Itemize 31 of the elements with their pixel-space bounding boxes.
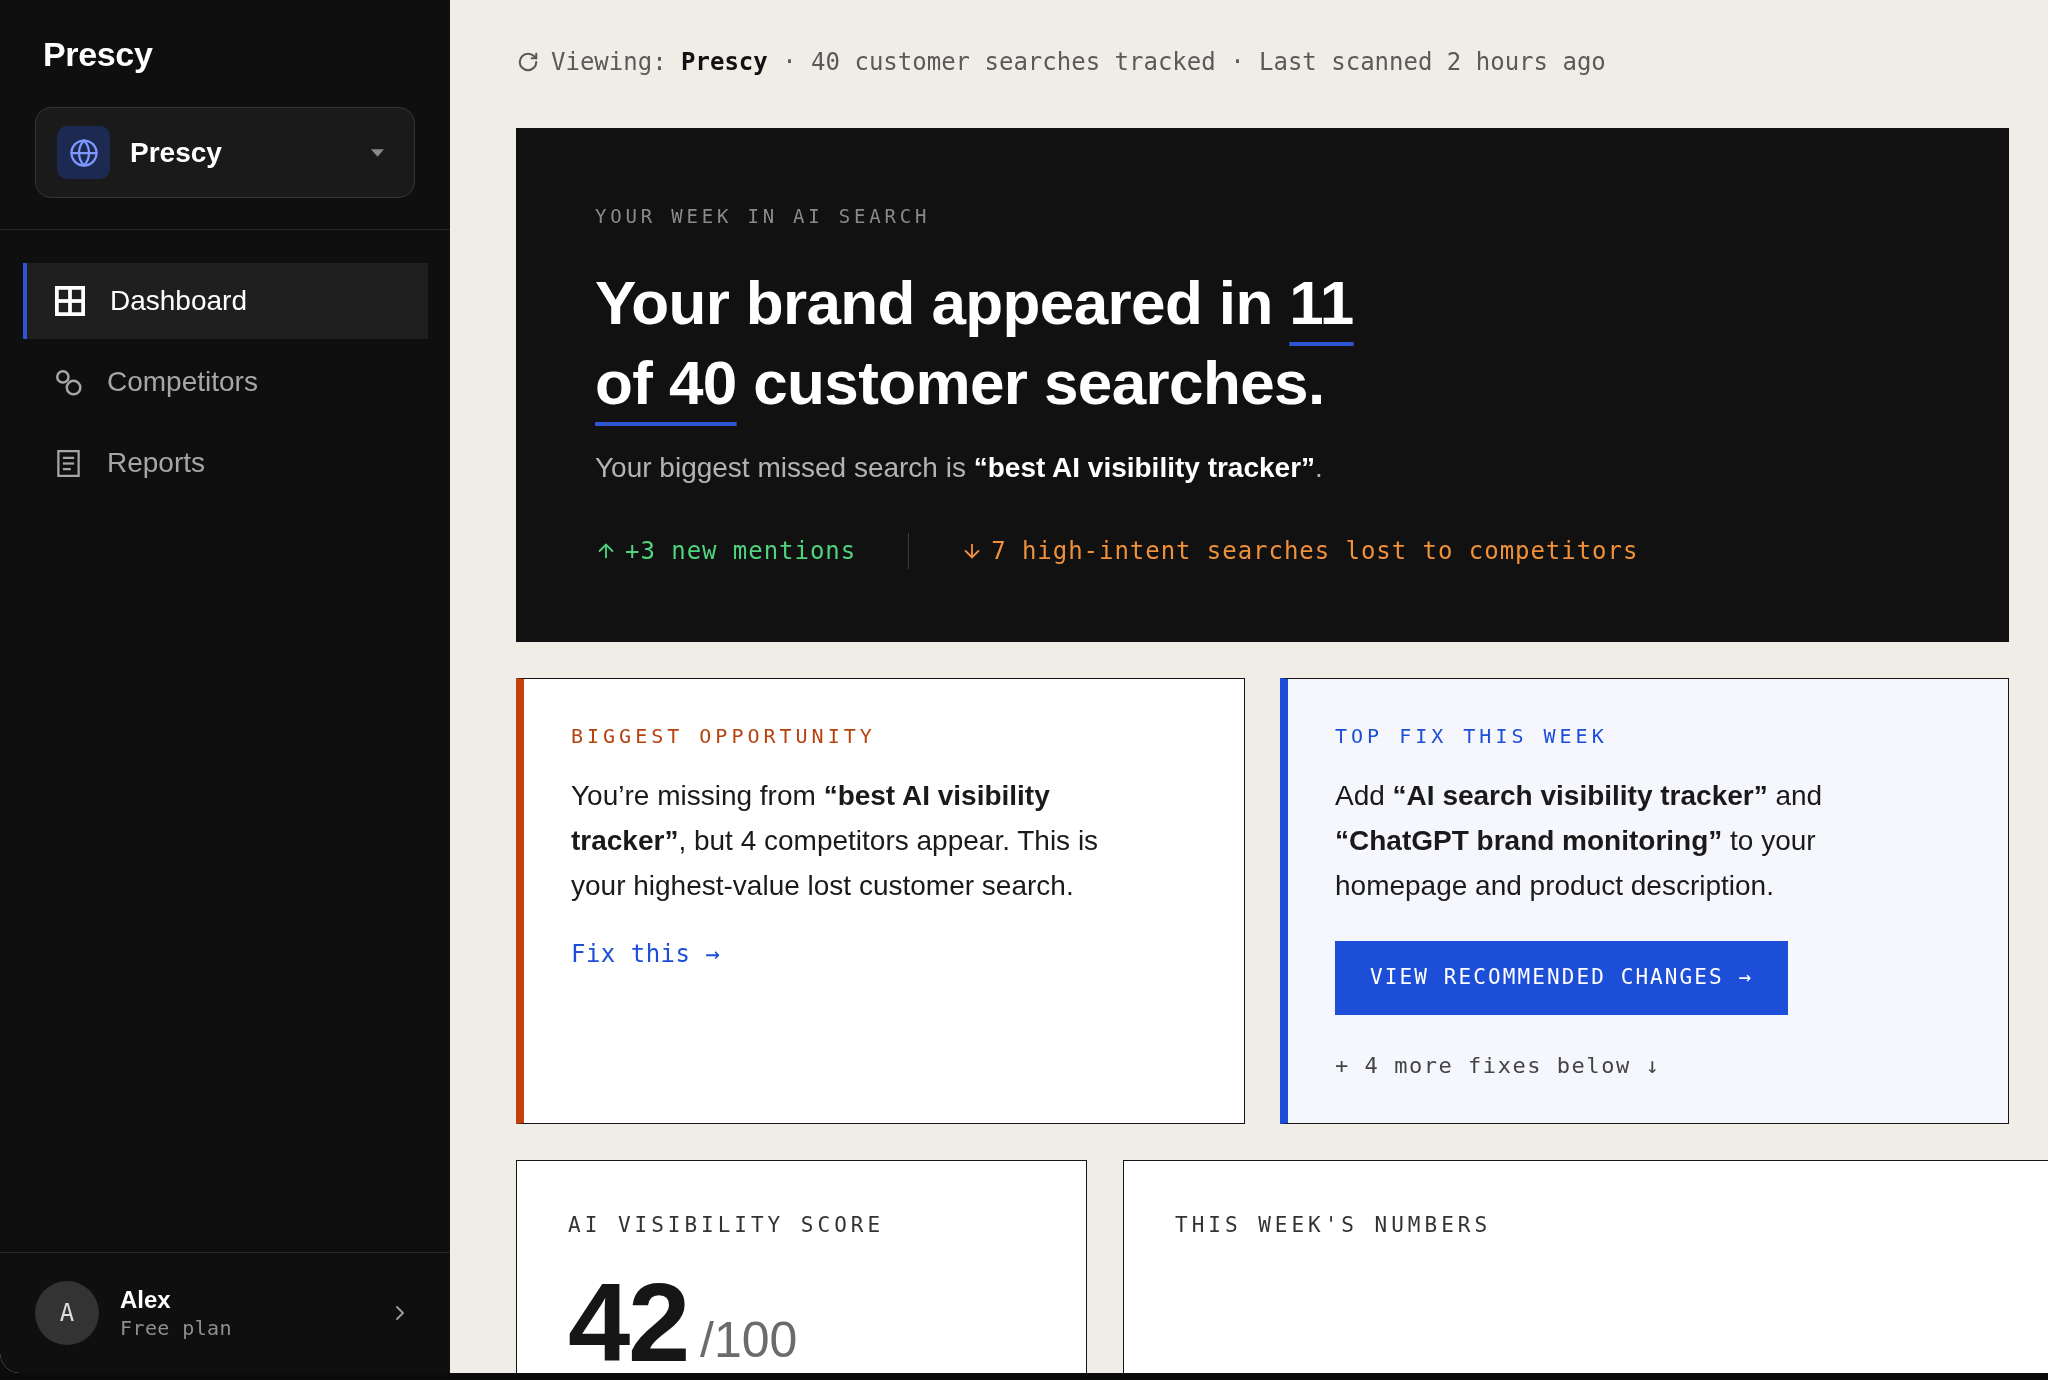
refresh-icon[interactable] xyxy=(517,51,539,73)
fix-link[interactable]: Fix this → xyxy=(571,939,721,969)
user-name: Alex xyxy=(120,1285,171,1315)
globe-icon xyxy=(57,126,110,179)
body-text: You’re missing from “best AI visibility tracker”, but 4 competitors appear. This is your highest-value lost customer search. xyxy=(571,779,1100,903)
status-text: Viewing: Prescy · 40 customer searches tracked · Last scanned 2 hours ago xyxy=(551,47,1606,77)
caret-icon xyxy=(371,148,384,157)
grid-icon xyxy=(55,286,85,316)
summary-text: Your biggest missed search is “best AI visibility tracker”. xyxy=(595,451,1323,485)
score-value: 42 xyxy=(568,1283,689,1364)
document-icon xyxy=(55,449,82,477)
score-max: /100 xyxy=(700,1321,798,1358)
brand-name: Prescy xyxy=(43,35,153,73)
plan-label: Free plan xyxy=(120,1315,232,1341)
section-label: BIGGEST OPPORTUNITY xyxy=(571,724,876,748)
view-changes-button[interactable]: VIEW RECOMMENDED CHANGES → xyxy=(1335,941,1789,1015)
headline: Your brand appeared in 11 of 40 customer searches. xyxy=(595,267,1355,419)
section-label: TOP FIX THIS WEEK xyxy=(1335,724,1608,748)
section-label: THIS WEEK'S NUMBERS xyxy=(1175,1213,1492,1237)
nav-item[interactable]: Dashboard xyxy=(23,263,428,339)
user-avatar: A xyxy=(35,1281,99,1345)
body-text: Add “AI search visibility tracker” and “ChatGPT brand monitoring” to your homepage and product description. xyxy=(1335,779,1824,903)
linked-circles-icon xyxy=(55,368,82,396)
stat-text: +3 new mentions xyxy=(625,536,857,566)
more-fixes-text: + 4 more fixes below ↓ xyxy=(1335,1052,1661,1080)
stat-text: 7 high-intent searches lost to competitors xyxy=(991,536,1639,566)
nav-item[interactable]: Reports xyxy=(23,425,428,501)
nav-item[interactable]: Competitors xyxy=(23,344,428,420)
section-label: AI VISIBILITY SCORE xyxy=(568,1213,885,1237)
site-switcher[interactable]: Prescy xyxy=(35,107,415,198)
section-label: YOUR WEEK IN AI SEARCH xyxy=(595,204,931,229)
